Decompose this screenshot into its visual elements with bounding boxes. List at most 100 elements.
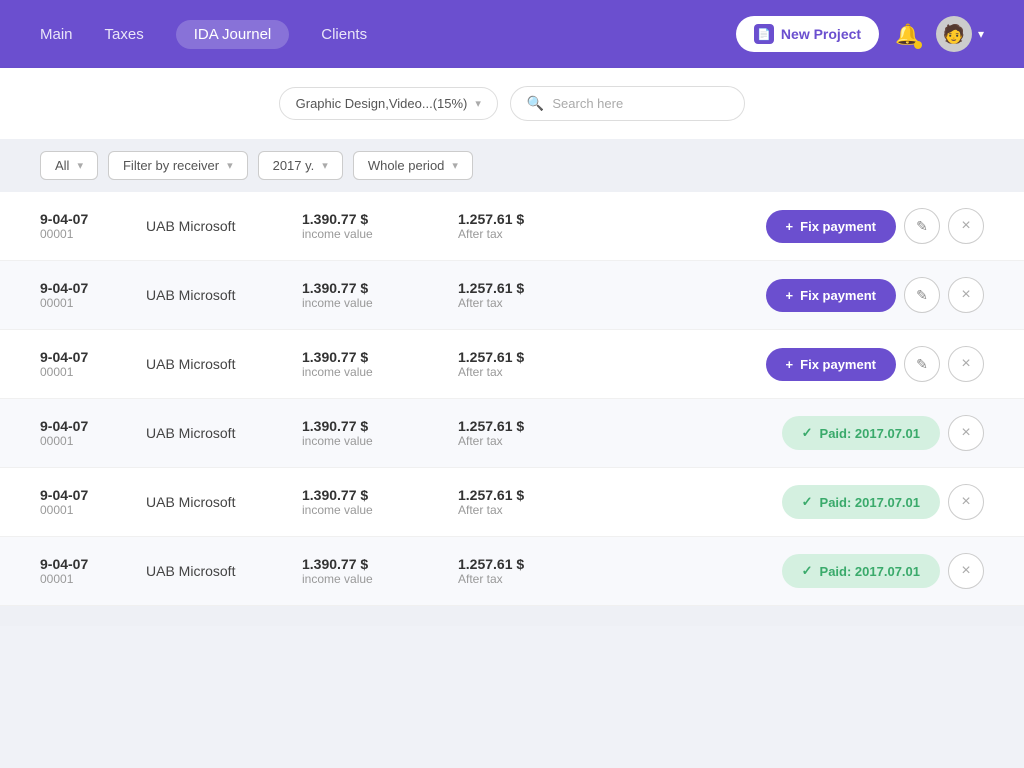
user-menu[interactable]: 🧑 ▾ (936, 16, 984, 52)
search-input[interactable] (552, 96, 728, 111)
close-button[interactable]: × (948, 208, 984, 244)
fix-payment-button[interactable]: + Fix payment (766, 348, 896, 381)
table-row: 9-04-07 00001 UAB Microsoft 1.390.77 $ i… (0, 261, 1024, 330)
after-tax-label: After tax (458, 503, 598, 517)
filter-bar: Graphic Design,Video...(15%) ▾ 🔍 (0, 68, 1024, 139)
edit-icon: ✎ (916, 356, 928, 373)
year-dropdown[interactable]: 2017 y. ▾ (258, 151, 343, 180)
col-date: 9-04-07 00001 (40, 418, 130, 448)
edit-button[interactable]: ✎ (904, 277, 940, 313)
invoice-id: 00001 (40, 434, 130, 448)
notification-dot (914, 41, 922, 49)
chevron-down-icon: ▾ (475, 97, 481, 110)
new-project-button[interactable]: 📄 New Project (736, 16, 879, 52)
paid-button: ✓ Paid: 2017.07.01 (782, 485, 940, 519)
fix-payment-label: Fix payment (800, 357, 876, 372)
col-action: ✓ Paid: 2017.07.01 × (782, 415, 984, 451)
col-date: 9-04-07 00001 (40, 487, 130, 517)
invoice-date: 9-04-07 (40, 418, 130, 434)
all-dropdown[interactable]: All ▾ (40, 151, 98, 180)
col-client: UAB Microsoft (146, 218, 286, 234)
invoice-date: 9-04-07 (40, 280, 130, 296)
col-income: 1.390.77 $ income value (302, 211, 442, 241)
after-tax-amount: 1.257.61 $ (458, 280, 598, 296)
close-button[interactable]: × (948, 346, 984, 382)
col-client: UAB Microsoft (146, 563, 286, 579)
income-label: income value (302, 227, 442, 241)
header-actions: 📄 New Project 🔔 🧑 ▾ (736, 16, 984, 52)
check-icon: ✓ (802, 494, 813, 510)
plus-icon: + (786, 288, 794, 303)
close-icon: × (961, 355, 970, 373)
table-row: 9-04-07 00001 UAB Microsoft 1.390.77 $ i… (0, 468, 1024, 537)
period-dropdown[interactable]: Whole period ▾ (353, 151, 473, 180)
after-tax-label: After tax (458, 572, 598, 586)
paid-label: Paid: 2017.07.01 (820, 564, 920, 579)
col-income: 1.390.77 $ income value (302, 487, 442, 517)
after-tax-label: After tax (458, 296, 598, 310)
income-amount: 1.390.77 $ (302, 418, 442, 434)
notification-button[interactable]: 🔔 (895, 22, 920, 47)
close-button[interactable]: × (948, 277, 984, 313)
col-after-tax: 1.257.61 $ After tax (458, 280, 598, 310)
nav-ida-journel[interactable]: IDA Journel (176, 20, 290, 49)
fix-payment-button[interactable]: + Fix payment (766, 279, 896, 312)
avatar: 🧑 (936, 16, 972, 52)
after-tax-amount: 1.257.61 $ (458, 418, 598, 434)
income-label: income value (302, 572, 442, 586)
table-row: 9-04-07 00001 UAB Microsoft 1.390.77 $ i… (0, 192, 1024, 261)
invoice-id: 00001 (40, 503, 130, 517)
close-icon: × (961, 424, 970, 442)
edit-button[interactable]: ✎ (904, 346, 940, 382)
income-label: income value (302, 296, 442, 310)
plus-icon: + (786, 219, 794, 234)
col-income: 1.390.77 $ income value (302, 418, 442, 448)
fix-payment-button[interactable]: + Fix payment (766, 210, 896, 243)
col-after-tax: 1.257.61 $ After tax (458, 418, 598, 448)
paid-label: Paid: 2017.07.01 (820, 495, 920, 510)
edit-icon: ✎ (916, 287, 928, 304)
category-dropdown[interactable]: Graphic Design,Video...(15%) ▾ (279, 87, 498, 120)
check-icon: ✓ (802, 425, 813, 441)
col-date: 9-04-07 00001 (40, 349, 130, 379)
invoice-id: 00001 (40, 365, 130, 379)
col-action: ✓ Paid: 2017.07.01 × (782, 484, 984, 520)
plus-icon: + (786, 357, 794, 372)
income-label: income value (302, 434, 442, 448)
search-bar[interactable]: 🔍 (510, 86, 745, 121)
filter-receiver-dropdown[interactable]: Filter by receiver ▾ (108, 151, 248, 180)
close-button[interactable]: × (948, 415, 984, 451)
col-date: 9-04-07 00001 (40, 280, 130, 310)
edit-button[interactable]: ✎ (904, 208, 940, 244)
controls-row: All ▾ Filter by receiver ▾ 2017 y. ▾ Who… (0, 139, 1024, 192)
paid-button: ✓ Paid: 2017.07.01 (782, 554, 940, 588)
col-after-tax: 1.257.61 $ After tax (458, 487, 598, 517)
col-action: + Fix payment ✎ × (766, 346, 984, 382)
nav-taxes[interactable]: Taxes (105, 26, 144, 43)
paid-label: Paid: 2017.07.01 (820, 426, 920, 441)
after-tax-label: After tax (458, 434, 598, 448)
nav-clients[interactable]: Clients (321, 26, 367, 43)
col-action: + Fix payment ✎ × (766, 208, 984, 244)
after-tax-amount: 1.257.61 $ (458, 211, 598, 227)
invoice-date: 9-04-07 (40, 556, 130, 572)
close-button[interactable]: × (948, 484, 984, 520)
col-client: UAB Microsoft (146, 287, 286, 303)
income-amount: 1.390.77 $ (302, 556, 442, 572)
col-client: UAB Microsoft (146, 356, 286, 372)
col-action: ✓ Paid: 2017.07.01 × (782, 553, 984, 589)
nav-main[interactable]: Main (40, 26, 73, 43)
close-button[interactable]: × (948, 553, 984, 589)
after-tax-amount: 1.257.61 $ (458, 556, 598, 572)
main-header: Main Taxes IDA Journel Clients 📄 New Pro… (0, 0, 1024, 68)
after-tax-amount: 1.257.61 $ (458, 487, 598, 503)
invoice-id: 00001 (40, 572, 130, 586)
col-client: UAB Microsoft (146, 425, 286, 441)
income-amount: 1.390.77 $ (302, 349, 442, 365)
income-label: income value (302, 365, 442, 379)
document-icon: 📄 (754, 24, 774, 44)
invoice-date: 9-04-07 (40, 211, 130, 227)
paid-button: ✓ Paid: 2017.07.01 (782, 416, 940, 450)
invoice-date: 9-04-07 (40, 349, 130, 365)
fix-payment-label: Fix payment (800, 288, 876, 303)
